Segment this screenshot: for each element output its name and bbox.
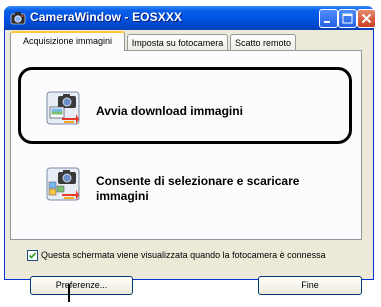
- show-on-connect-label: Questa schermata viene visualizzata quan…: [41, 250, 326, 260]
- maximize-icon: [342, 13, 353, 24]
- text-cursor-icon: [68, 284, 70, 302]
- select-download-label-line-1: Consente di selezionare e scaricare: [96, 174, 300, 188]
- select-download-label-line-2: immagini: [96, 189, 149, 203]
- camera-app-icon: [10, 10, 26, 26]
- tab-imposta-su-fotocamera[interactable]: Imposta su fotocamera: [127, 34, 228, 51]
- preferences-button[interactable]: Preferenze...: [30, 276, 133, 295]
- title-bar[interactable]: CameraWindow - EOSXXX: [4, 6, 376, 30]
- finish-button[interactable]: Fine: [258, 276, 362, 295]
- camera-download-icon: [46, 91, 80, 125]
- tab-acquisizione-immagini[interactable]: Acquisizione immagini: [10, 31, 125, 51]
- close-button[interactable]: [357, 9, 376, 28]
- show-on-connect-checkbox[interactable]: [27, 250, 38, 261]
- close-icon: [361, 13, 372, 24]
- minimize-button[interactable]: [319, 9, 338, 28]
- checkmark-icon: [28, 252, 37, 259]
- select-download-label: Consente di selezionare e scaricare imma…: [96, 174, 299, 204]
- start-download-label: Avvia download immagini: [96, 104, 243, 118]
- select-download-action[interactable]: Consente di selezionare e scaricare imma…: [40, 163, 340, 207]
- maximize-button[interactable]: [338, 9, 357, 28]
- camera-select-download-icon: [46, 167, 80, 201]
- window-title: CameraWindow - EOSXXX: [30, 10, 183, 24]
- minimize-icon: [324, 21, 330, 23]
- start-download-action[interactable]: Avvia download immagini: [40, 86, 340, 126]
- tab-scatto-remoto[interactable]: Scatto remoto: [230, 34, 296, 51]
